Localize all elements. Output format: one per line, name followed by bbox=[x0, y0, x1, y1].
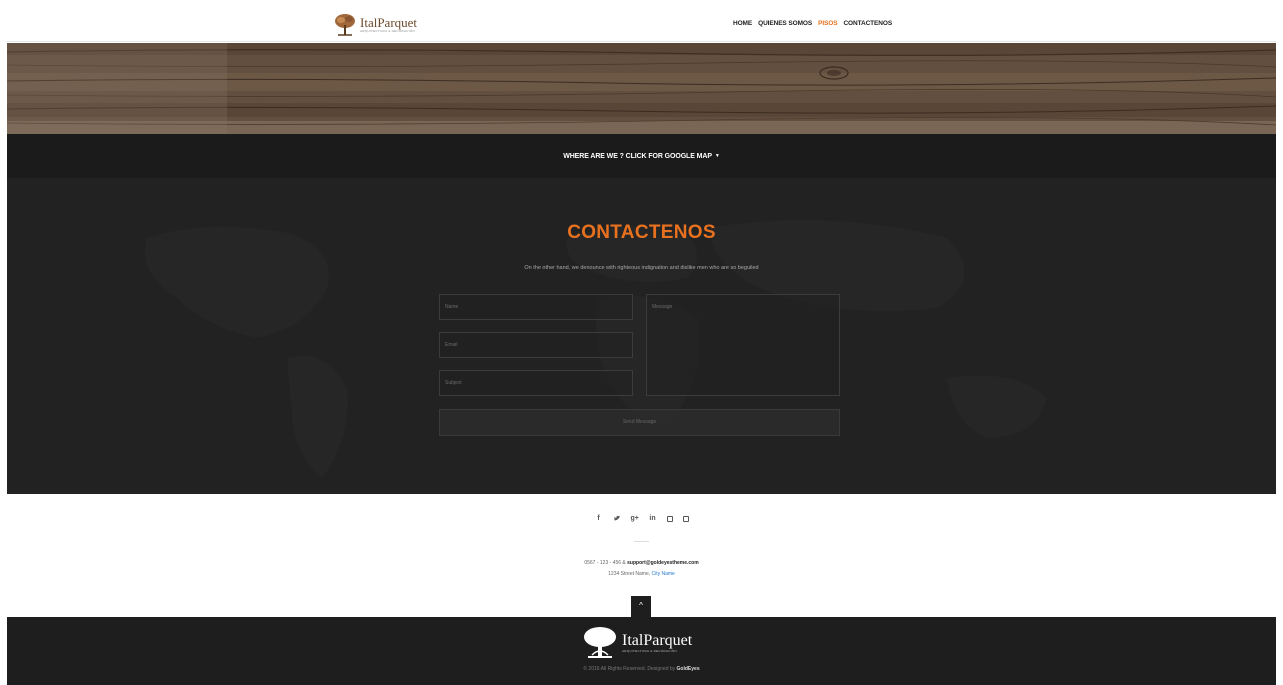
copyright-text: © 2016 All Rights Reserved. Designed by bbox=[583, 666, 676, 672]
main-nav: HOME QUIENES SOMOS PISOS CONTACTENOS bbox=[733, 20, 892, 27]
social-links: f g+ in bbox=[7, 515, 1276, 524]
nav-pisos[interactable]: PISOS bbox=[818, 20, 837, 27]
google-plus-icon[interactable]: g+ bbox=[631, 515, 639, 524]
site-header: ItalParquet ARQUITECTURA & DECORACIÓN HO… bbox=[7, 8, 1276, 42]
contact-title: CONTACTENOS bbox=[567, 222, 716, 243]
email-field[interactable]: Email bbox=[439, 332, 633, 358]
google-map-toggle[interactable]: WHERE ARE WE ? CLICK FOR GOOGLE MAP ▼ bbox=[563, 153, 720, 160]
footer-logo[interactable]: ItalParquet ARQUITECTURA & DECORACIÓN bbox=[582, 625, 692, 661]
send-message-button[interactable]: Send Message bbox=[439, 409, 840, 436]
google-map-bar: WHERE ARE WE ? CLICK FOR GOOGLE MAP ▼ bbox=[7, 134, 1276, 178]
twitter-icon[interactable] bbox=[613, 515, 621, 524]
page-frame: ItalParquet ARQUITECTURA & DECORACIÓN HO… bbox=[7, 8, 1276, 685]
contact-section: CONTACTENOS On the other hand, we denoun… bbox=[7, 178, 1276, 494]
message-field[interactable]: Message bbox=[646, 294, 840, 396]
logo-name: ItalParquet bbox=[360, 15, 418, 30]
wood-texture bbox=[7, 43, 1276, 134]
name-field[interactable]: Name bbox=[439, 294, 633, 320]
back-to-top-button[interactable]: ^ bbox=[631, 596, 651, 617]
header-logo[interactable]: ItalParquet ARQUITECTURA & DECORACIÓN bbox=[334, 11, 417, 39]
copyright: © 2016 All Rights Reserved. Designed by … bbox=[7, 666, 1276, 672]
footer-phone: 0567 - 123 - 456 & bbox=[584, 560, 626, 566]
site-footer: ItalParquet ARQUITECTURA & DECORACIÓN © … bbox=[7, 617, 1276, 685]
wood-banner bbox=[7, 43, 1276, 134]
nav-home[interactable]: HOME bbox=[733, 20, 752, 27]
tree-logo-icon bbox=[584, 627, 616, 658]
footer-address: 1234 Street Name, bbox=[608, 571, 651, 577]
footer-info: f g+ in 0567 - 123 - 456 & support@golde… bbox=[7, 494, 1276, 617]
footer-logo-tagline: ARQUITECTURA & DECORACIÓN bbox=[622, 649, 678, 653]
instagram-icon[interactable] bbox=[666, 516, 673, 522]
nav-contactenos[interactable]: CONTACTENOS bbox=[843, 20, 892, 27]
footer-city[interactable]: City Name bbox=[652, 571, 675, 577]
logo-tagline: ARQUITECTURA & DECORACIÓN bbox=[360, 29, 416, 33]
google-map-label: WHERE ARE WE ? CLICK FOR GOOGLE MAP bbox=[563, 152, 712, 160]
footer-logo-name: ItalParquet bbox=[622, 632, 693, 649]
footer-contact-info: 0567 - 123 - 456 & support@goldeyestheme… bbox=[7, 558, 1276, 580]
linkedin-icon[interactable]: in bbox=[649, 515, 657, 524]
facebook-icon[interactable]: f bbox=[595, 515, 603, 524]
tree-logo-icon bbox=[335, 14, 355, 36]
subject-field[interactable]: Subject bbox=[439, 370, 633, 396]
nav-quienes-somos[interactable]: QUIENES SOMOS bbox=[758, 20, 812, 27]
github-icon[interactable] bbox=[682, 516, 689, 522]
copyright-brand[interactable]: GoldEyes bbox=[677, 666, 700, 672]
footer-email[interactable]: support@goldeyestheme.com bbox=[627, 560, 699, 566]
caret-down-icon: ▼ bbox=[714, 153, 720, 159]
footer-divider bbox=[634, 541, 649, 542]
contact-description: On the other hand, we denounce with righ… bbox=[524, 265, 759, 271]
